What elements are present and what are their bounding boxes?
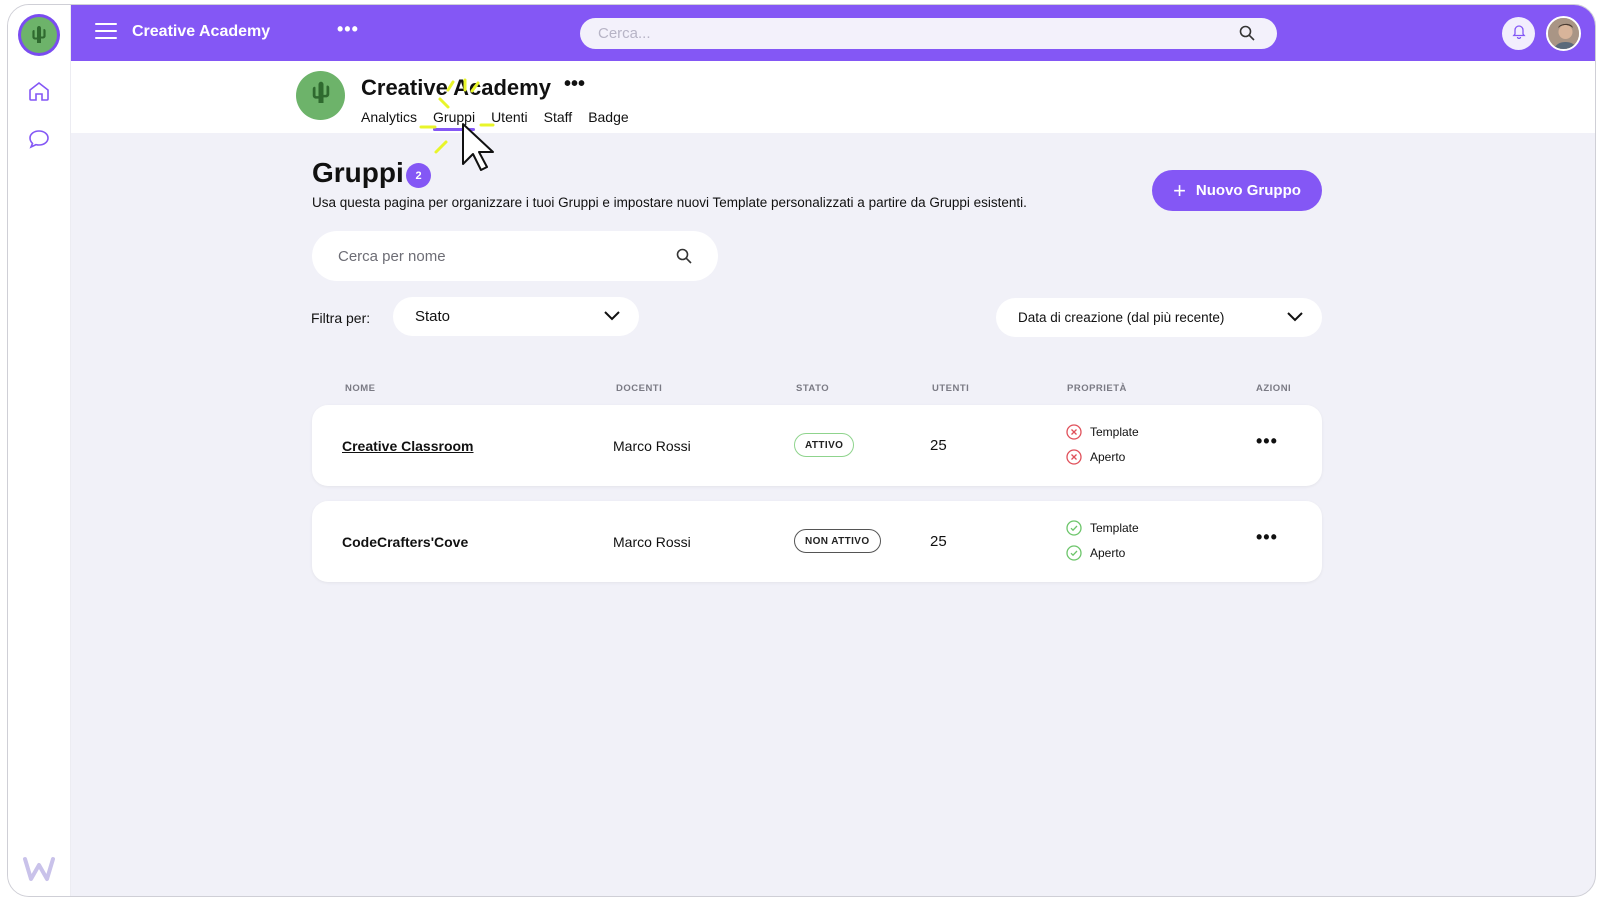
table-row: CodeCrafters'Cove Marco Rossi NON ATTIVO… [312,501,1322,582]
column-header-docenti: DOCENTI [616,383,663,394]
org-name: Creative Academy [361,75,551,100]
bell-icon [1511,23,1527,44]
property-label: Aperto [1090,450,1126,464]
hamburger-icon[interactable] [95,23,117,41]
tab-staff[interactable]: Staff [544,109,573,125]
property-label: Template [1090,521,1139,535]
status-filter-value: Stato [415,308,451,325]
app-window: Creative Academy ••• Creative Academy ••… [7,4,1596,897]
top-bar: Creative Academy ••• [71,5,1595,61]
group-name-link[interactable]: CodeCrafters'Cove [342,534,468,550]
app-logo[interactable] [18,14,60,56]
x-circle-icon [1066,424,1082,440]
check-circle-icon [1066,545,1082,561]
sort-value: Data di creazione (dal più recente) [1018,310,1225,325]
page-description: Usa questa pagina per organizzare i tuoi… [312,195,1027,210]
brand-w-icon [22,856,56,882]
status-badge: NON ATTIVO [794,529,881,553]
check-circle-icon [1066,520,1082,536]
group-teacher: Marco Rossi [613,438,691,454]
new-group-label: Nuovo Gruppo [1195,182,1301,199]
org-header: Creative Academy ••• Analytics Gruppi Ut… [71,61,1595,133]
plus-icon: + [1173,177,1186,203]
property-aperto: Aperto [1066,545,1125,561]
x-circle-icon [1066,449,1082,465]
name-search-input[interactable] [312,231,642,281]
row-actions-button[interactable]: ••• [1256,431,1278,452]
table-row: Creative Classroom Marco Rossi ATTIVO 25… [312,405,1322,486]
chevron-down-icon [1286,310,1304,324]
column-header-azioni: AZIONI [1256,383,1292,394]
cactus-logo-icon [21,17,57,53]
global-search [580,18,1277,49]
global-search-input[interactable] [580,18,1200,49]
status-badge: ATTIVO [794,433,855,457]
org-more-button[interactable]: ••• [564,73,585,96]
cactus-logo-icon [306,78,336,113]
group-users-count: 25 [930,437,947,454]
column-header-nome: NOME [345,383,376,394]
chevron-down-icon [603,309,621,323]
org-avatar [296,71,345,120]
new-group-button[interactable]: + Nuovo Gruppo [1152,170,1322,211]
column-header-stato: STATO [796,383,830,394]
more-options-button[interactable]: ••• [337,19,359,40]
column-header-utenti: UTENTI [932,383,970,394]
name-search [312,231,718,281]
property-template: Template [1066,520,1139,536]
property-label: Aperto [1090,546,1126,560]
row-actions-button[interactable]: ••• [1256,527,1278,548]
app-title: Creative Academy [132,23,271,40]
tab-utenti[interactable]: Utenti [491,109,528,125]
search-icon[interactable] [676,248,692,264]
chat-bubble-icon[interactable] [25,125,53,153]
column-header-proprieta: PROPRIETÀ [1067,383,1127,394]
org-tabs: Analytics Gruppi Utenti Staff Badge [361,109,645,131]
tab-analytics[interactable]: Analytics [361,109,417,125]
property-aperto: Aperto [1066,449,1125,465]
property-label: Template [1090,425,1139,439]
tab-badge[interactable]: Badge [588,109,628,125]
status-filter-select[interactable]: Stato [393,297,639,336]
left-rail [8,5,71,896]
user-avatar[interactable] [1546,16,1581,51]
sort-select[interactable]: Data di creazione (dal più recente) [996,298,1322,337]
group-name-link[interactable]: Creative Classroom [342,438,474,454]
property-template: Template [1066,424,1139,440]
page-title: Gruppi [312,157,404,188]
group-teacher: Marco Rossi [613,534,691,550]
filter-label: Filtra per: [311,310,371,326]
notifications-button[interactable] [1502,17,1535,50]
tab-gruppi[interactable]: Gruppi [433,109,476,131]
group-count-badge: 2 [406,163,431,188]
search-icon[interactable] [1239,25,1255,41]
group-users-count: 25 [930,533,947,550]
home-icon[interactable] [25,77,53,105]
